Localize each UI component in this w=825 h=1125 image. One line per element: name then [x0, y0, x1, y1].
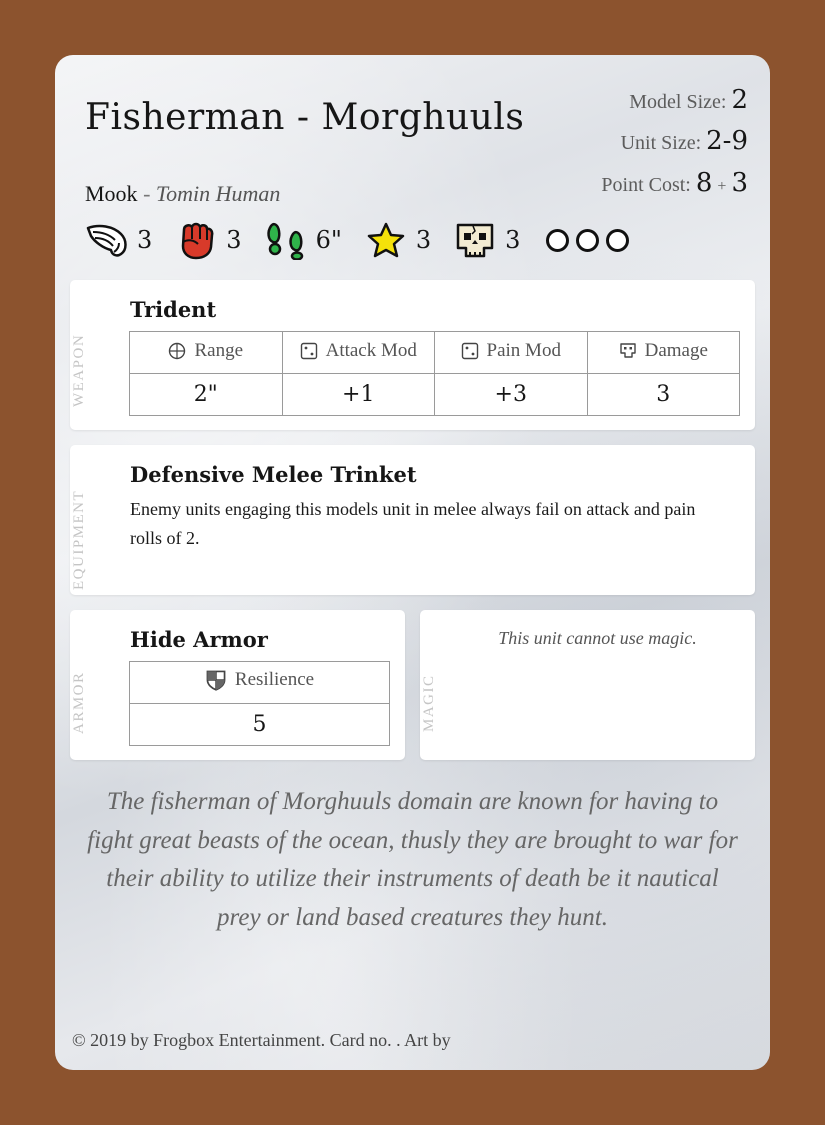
armor-name: Hide Armor: [130, 627, 268, 652]
unit-type-line: Mook - Tomin Human: [85, 181, 280, 207]
footprints-icon: [266, 222, 303, 260]
range-value: 2": [129, 373, 283, 416]
point-cost-label: Point Cost:: [601, 174, 691, 196]
model-size: Model Size: 2: [629, 85, 748, 115]
resilience-value: 5: [129, 703, 390, 746]
magic-panel: Magic This unit cannot use magic.: [420, 610, 755, 760]
card-title: Fisherman - Morghuuls: [85, 97, 525, 138]
equipment-name: Defensive Melee Trinket: [130, 462, 417, 487]
skull-outline-icon: [619, 342, 636, 358]
weapon-stats-table: Range Attack Mod Pain Mod Damage 2" +1 +…: [129, 331, 740, 416]
unit-card: Fisherman - Morghuuls Model Size: 2 Unit…: [55, 55, 770, 1070]
magic-section-label: Magic: [421, 674, 437, 732]
fist-icon: [182, 222, 214, 260]
flavor-text: The fisherman of Morghuuls domain are kn…: [87, 788, 738, 931]
stat-skull-value: 3: [505, 226, 521, 254]
point-cost-base: 8: [695, 168, 713, 198]
stat-move: 6": [264, 220, 342, 260]
weapon-section-label: Weapon: [71, 333, 87, 407]
stat-skull: 3: [453, 220, 520, 260]
die-icon: [461, 342, 478, 359]
point-cost-extra: 3: [731, 168, 748, 198]
stat-wing-value: 3: [137, 226, 153, 254]
damage-value: 3: [586, 373, 740, 416]
magic-note: This unit cannot use magic.: [498, 628, 697, 648]
model-size-label: Model Size:: [629, 91, 727, 113]
equipment-panel: Equipment Defensive Melee Trinket Enemy …: [70, 445, 755, 595]
armor-stats-table: Resilience 5: [129, 661, 390, 746]
crosshair-icon: [169, 342, 186, 359]
unit-size: Unit Size: 2-9: [621, 126, 748, 156]
attack-mod-value: +1: [281, 373, 435, 416]
wing-icon: [86, 224, 127, 257]
stat-fist-value: 3: [226, 226, 242, 254]
equipment-description: Enemy units engaging this models unit in…: [130, 499, 696, 548]
star-icon: [367, 222, 405, 258]
equipment-section-label: Equipment: [71, 489, 87, 590]
weapon-header-row: Range Attack Mod Pain Mod Damage: [129, 331, 740, 374]
unit-race: Tomin Human: [155, 181, 281, 206]
pain-mod-value: +3: [434, 373, 588, 416]
stat-fist: 3: [174, 220, 242, 260]
weapon-value-row: 2" +1 +3 3: [129, 373, 740, 416]
wound-circle[interactable]: [606, 228, 630, 252]
skull-icon: [456, 223, 494, 258]
die-icon: [300, 342, 317, 359]
stat-icon-row: 3 3 6" 3 3: [85, 220, 630, 260]
stat-wing: 3: [85, 220, 152, 260]
wound-tracker: [546, 228, 630, 252]
shield-icon: [206, 670, 226, 691]
stat-star: 3: [364, 220, 431, 260]
stat-move-value: 6": [315, 226, 342, 254]
attack-mod-header: Attack Mod: [281, 331, 435, 374]
copyright-footer: © 2019 by Frogbox Entertainment. Card no…: [72, 1030, 451, 1050]
point-cost: Point Cost: 8 + 3: [601, 168, 748, 198]
damage-header: Damage: [586, 331, 740, 374]
unit-size-value: 2-9: [706, 126, 748, 156]
weapon-name: Trident: [130, 297, 217, 322]
stat-star-value: 3: [415, 226, 432, 254]
wound-circle[interactable]: [576, 228, 600, 252]
armor-header-row: Resilience: [129, 661, 390, 704]
range-header: Range: [129, 331, 283, 374]
pain-mod-header: Pain Mod: [434, 331, 588, 374]
armor-panel: Armor Hide Armor Resilience 5: [70, 610, 405, 760]
armor-section-label: Armor: [71, 671, 87, 734]
wound-circle[interactable]: [546, 228, 570, 252]
point-cost-plus: +: [717, 178, 727, 195]
weapon-panel: Weapon Trident Range Attack Mod: [70, 280, 755, 430]
type-separator: -: [143, 181, 151, 206]
armor-value-row: 5: [129, 703, 390, 746]
unit-size-label: Unit Size:: [620, 132, 702, 154]
resilience-header: Resilience: [129, 661, 390, 704]
unit-type: Mook: [85, 181, 138, 206]
model-size-value: 2: [731, 85, 748, 115]
